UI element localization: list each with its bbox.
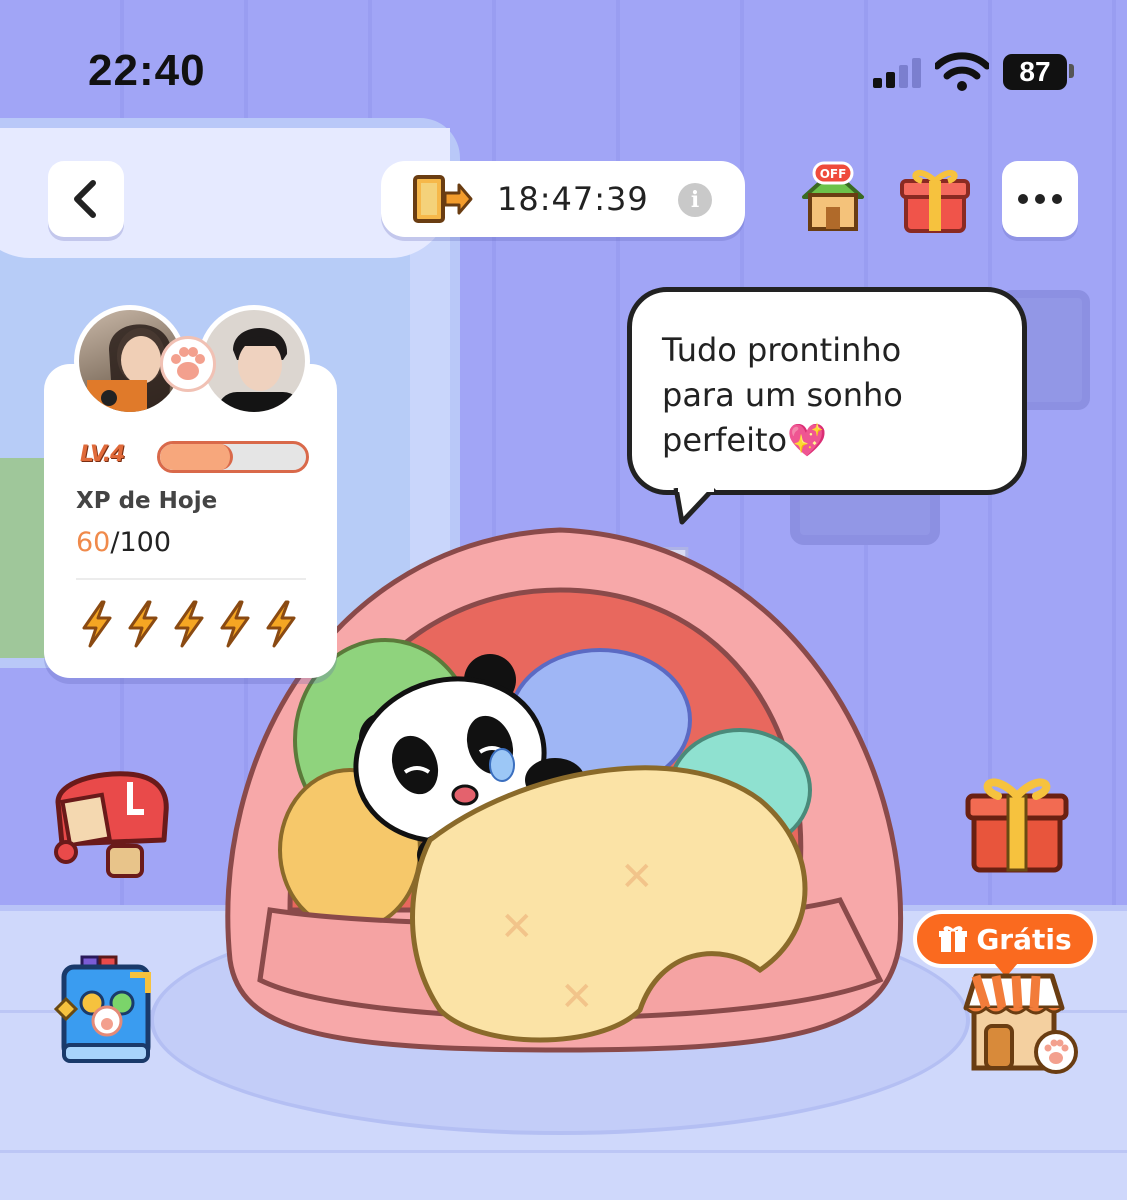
- xp-card[interactable]: LV.4 XP de Hoje 60/100: [44, 364, 337, 678]
- house-off-icon[interactable]: OFF: [798, 161, 868, 235]
- info-icon[interactable]: i: [678, 183, 712, 217]
- battery-level: 87: [1003, 54, 1067, 90]
- cellular-signal-icon: [873, 56, 923, 88]
- energy-row: [78, 600, 300, 648]
- free-label: Grátis: [976, 922, 1072, 956]
- more-dots-icon: [1018, 194, 1062, 204]
- battery-tip: [1069, 64, 1074, 78]
- lightning-icon: [266, 600, 296, 648]
- level-badge: LV.4: [80, 442, 125, 467]
- lightning-icon: [220, 600, 250, 648]
- xp-value: 60/100: [76, 527, 171, 558]
- xp-progress-bar: [157, 441, 309, 473]
- paw-icon: [160, 336, 216, 392]
- speech-bubble-tail: [673, 488, 716, 525]
- free-shop-badge[interactable]: Grátis: [913, 910, 1097, 968]
- wifi-icon: [935, 52, 989, 91]
- album-book-icon[interactable]: [52, 953, 162, 1069]
- speech-line: perfeito💖: [662, 421, 827, 459]
- back-chevron-icon: [74, 180, 96, 218]
- divider: [76, 578, 306, 580]
- timer-text: 18:47:39: [497, 180, 649, 218]
- svg-text:✕: ✕: [500, 904, 534, 950]
- mailbox-icon[interactable]: [48, 762, 174, 886]
- speech-text: Tudo prontinho para um sonho perfeito💖: [662, 328, 1012, 463]
- lightning-icon: [128, 600, 158, 648]
- xp-title: XP de Hoje: [76, 488, 218, 514]
- speech-line: para um sonho: [662, 376, 903, 414]
- xp-current: 60: [76, 527, 111, 558]
- lightning-icon: [82, 600, 112, 648]
- exit-door-icon: [413, 175, 473, 223]
- gift-icon[interactable]: [898, 163, 972, 237]
- gift-box-icon[interactable]: [962, 768, 1072, 878]
- back-button[interactable]: [48, 161, 124, 237]
- gift-icon: [939, 926, 968, 952]
- speech-line: Tudo prontinho: [662, 331, 902, 369]
- session-timer[interactable]: 18:47:39 i: [381, 161, 745, 237]
- status-time: 22:40: [88, 46, 206, 95]
- xp-total: /100: [110, 527, 171, 558]
- svg-text:✕: ✕: [560, 974, 594, 1020]
- pet-shop-icon[interactable]: [960, 968, 1080, 1078]
- svg-text:OFF: OFF: [820, 167, 847, 181]
- speech-bubble: Tudo prontinho para um sonho perfeito💖: [627, 287, 1027, 495]
- more-button[interactable]: [1002, 161, 1078, 237]
- xp-progress-fill: [160, 444, 233, 470]
- lightning-icon: [174, 600, 204, 648]
- svg-text:✕: ✕: [620, 854, 654, 900]
